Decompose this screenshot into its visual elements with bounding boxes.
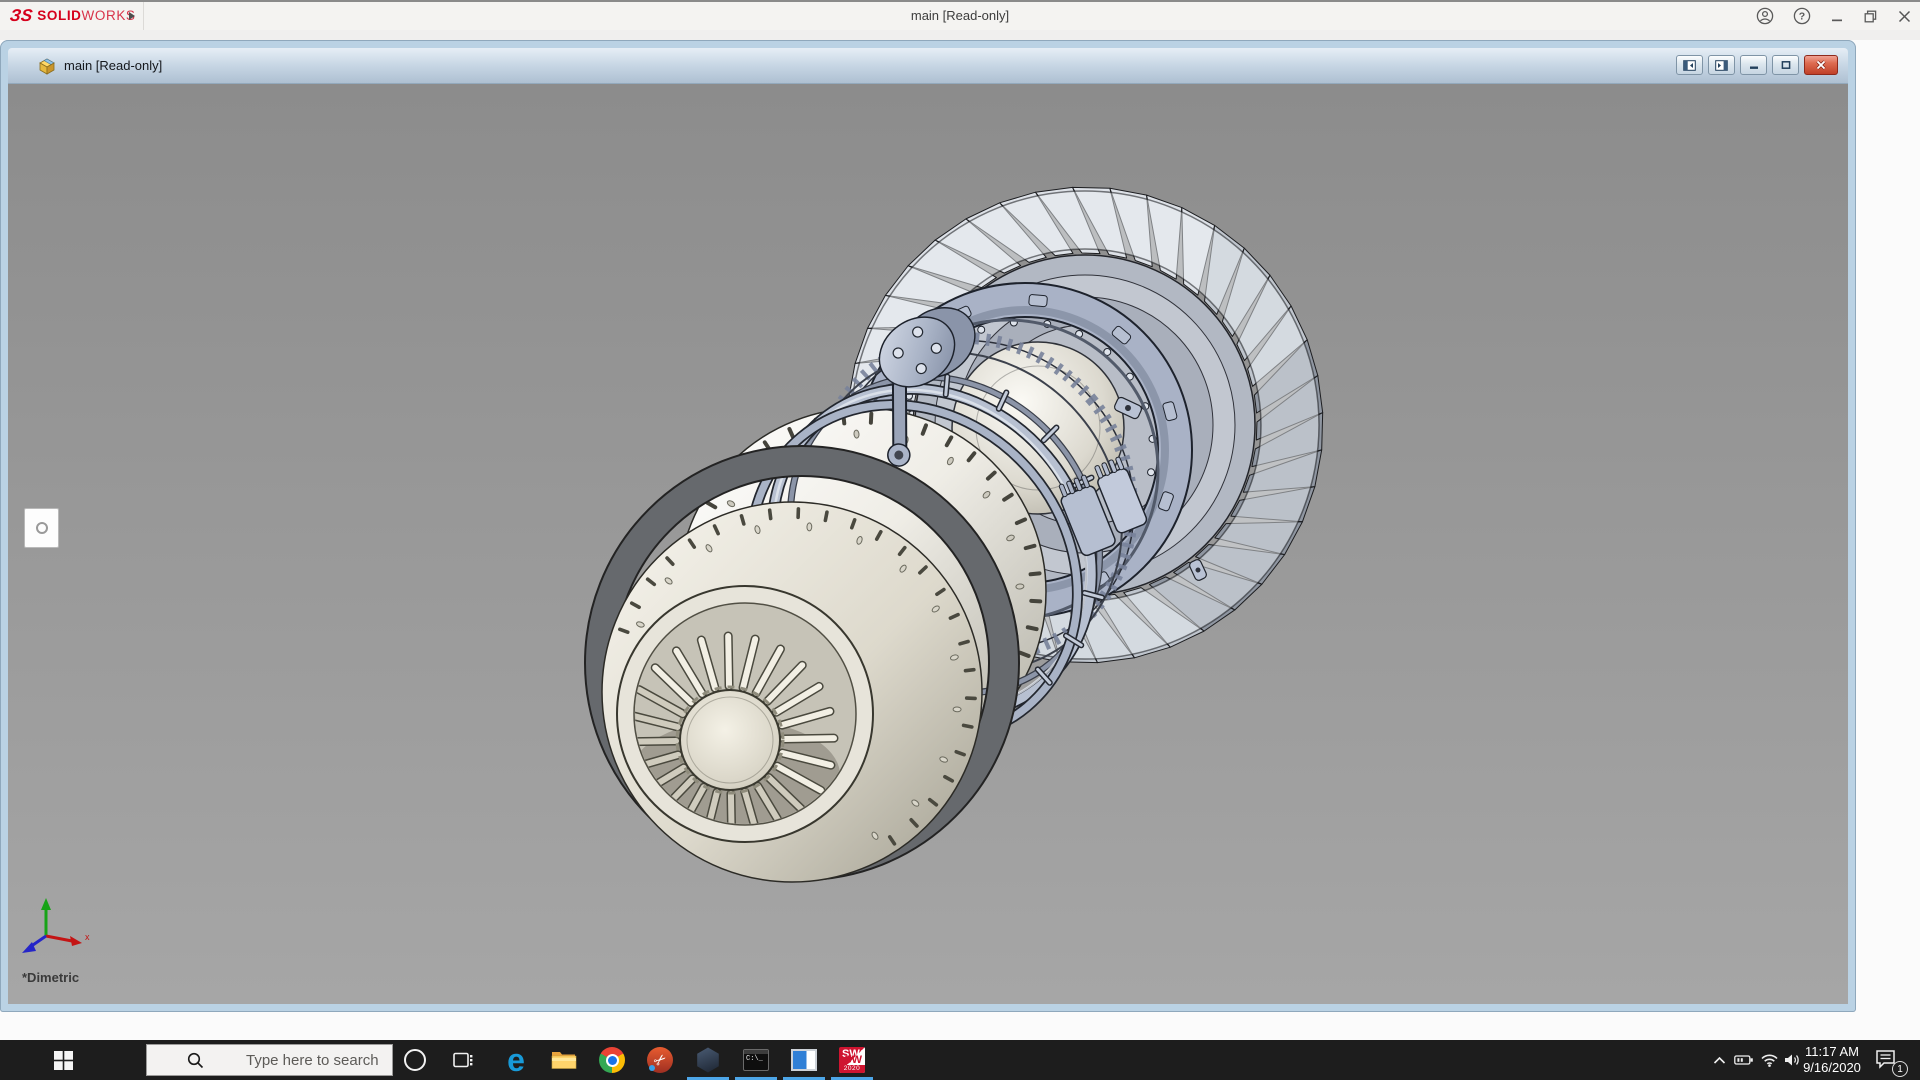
taskbar-app-command-prompt[interactable]: C:\_ [732, 1040, 780, 1080]
document-window: main [Read-only] [0, 40, 1856, 1012]
window-top-edge [0, 0, 1920, 2]
solidworks-logo: ЗS SOLIDWORKS [10, 2, 136, 30]
tray-show-hidden-icons[interactable] [1706, 1040, 1732, 1080]
restore-icon [1780, 60, 1792, 70]
taskbar-app-chrome[interactable] [588, 1040, 636, 1080]
panel-tab-dot-icon [36, 522, 48, 534]
engine-3d-model: x [8, 84, 1848, 1004]
help-icon[interactable]: ? [1793, 7, 1811, 25]
search-icon [187, 1052, 204, 1069]
document-window-buttons [1676, 55, 1838, 75]
speaker-icon [1784, 1053, 1801, 1067]
minimize-button[interactable] [1830, 9, 1844, 23]
taskbar-app-solidworks[interactable]: SW SW 2020 [828, 1040, 876, 1080]
solidworks-2020-icon: SW SW 2020 [839, 1047, 865, 1073]
taskbar-apps: e ✂ C:\_ [492, 1040, 876, 1080]
taskbar-search-box[interactable] [146, 1044, 393, 1076]
document-close-button[interactable] [1804, 55, 1838, 75]
document-minimize-button[interactable] [1740, 55, 1767, 75]
chevron-up-icon [1713, 1056, 1726, 1065]
minimize-icon [1748, 60, 1760, 70]
close-icon [1815, 60, 1827, 70]
battery-charging-icon [1734, 1054, 1754, 1066]
taskbar-app-window[interactable] [780, 1040, 828, 1080]
assembly-document-icon [38, 57, 56, 75]
graphics-viewport[interactable]: x *Dimetric [8, 84, 1848, 1004]
hexagon-app-icon [696, 1047, 720, 1073]
search-input[interactable] [244, 1051, 398, 1070]
app-window-title: main [Read-only] [0, 2, 1920, 30]
clock-time: 11:17 AM [1800, 1044, 1864, 1060]
view-orientation-label: *Dimetric [22, 970, 79, 985]
notification-badge: 1 [1892, 1061, 1908, 1077]
account-icon[interactable] [1756, 7, 1774, 25]
dassault-3s-logo-icon: ЗS [9, 6, 34, 26]
document-title: main [Read-only] [64, 58, 162, 73]
tray-network[interactable] [1757, 1040, 1781, 1080]
titlebar-separator [143, 2, 144, 30]
taskbar-app-edge[interactable]: e [492, 1040, 540, 1080]
document-titlebar[interactable]: main [Read-only] [8, 48, 1848, 84]
svg-text:x: x [85, 932, 90, 942]
orientation-triad[interactable]: x [22, 898, 90, 953]
start-button[interactable] [38, 1040, 88, 1080]
window-app-icon [791, 1049, 817, 1071]
tray-battery[interactable] [1732, 1040, 1756, 1080]
clock-date: 9/16/2020 [1800, 1060, 1864, 1076]
task-view-button[interactable] [452, 1050, 474, 1070]
show-right-pane-button[interactable] [1708, 55, 1735, 75]
window-controls: ? [1756, 2, 1912, 30]
pane-left-icon [1683, 60, 1696, 71]
action-center-button[interactable]: 1 [1874, 1048, 1904, 1074]
taskbar-app-snipping-tool[interactable]: ✂ [636, 1040, 684, 1080]
tray-clock[interactable]: 11:17 AM 9/16/2020 [1800, 1044, 1864, 1076]
chrome-icon [599, 1047, 625, 1073]
cortana-button[interactable] [404, 1049, 426, 1071]
main-titlebar: ЗS SOLIDWORKS main [Read-only] ? [0, 2, 1920, 30]
taskbar-app-file-explorer[interactable] [540, 1040, 588, 1080]
taskbar-app-hexagon[interactable] [684, 1040, 732, 1080]
file-explorer-icon [551, 1049, 577, 1071]
svg-text:?: ? [1799, 11, 1805, 23]
wifi-icon [1760, 1053, 1779, 1067]
show-left-pane-button[interactable] [1676, 55, 1703, 75]
command-prompt-icon: C:\_ [743, 1049, 769, 1071]
menu-expand-arrow-icon[interactable] [129, 12, 135, 20]
windows-logo-icon [54, 1051, 73, 1070]
task-view-icon [453, 1051, 473, 1069]
feature-panel-collapsed-tab[interactable] [24, 508, 59, 548]
solidworks-wordmark: SOLIDWORKS [37, 7, 135, 25]
document-restore-button[interactable] [1772, 55, 1799, 75]
taskbar: e ✂ C:\_ [0, 1040, 1920, 1080]
close-button[interactable] [1897, 9, 1912, 24]
snipping-tool-icon: ✂ [647, 1047, 673, 1073]
front-opening [617, 586, 873, 844]
restore-button[interactable] [1863, 9, 1878, 24]
menu-strip [0, 30, 1920, 40]
pane-right-icon [1715, 60, 1728, 71]
edge-icon: e [507, 1045, 525, 1075]
